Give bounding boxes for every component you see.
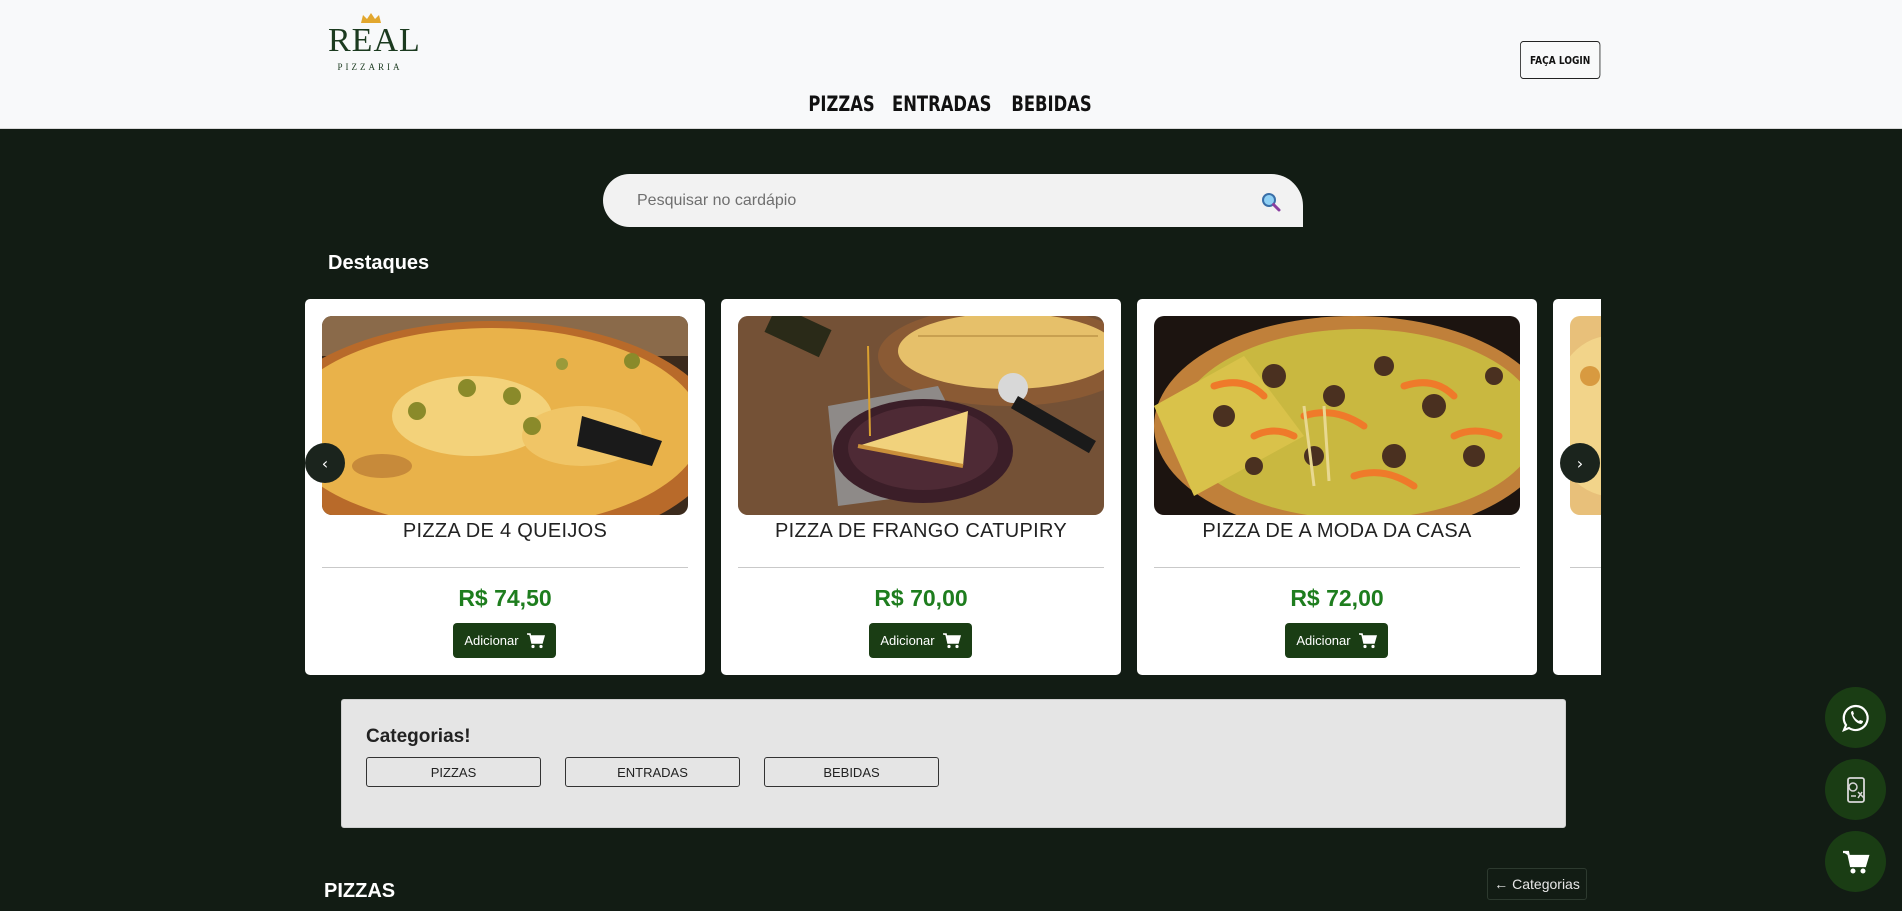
add-button-label: Adicionar — [464, 633, 519, 648]
product-name: PIZZA DE A MODA DA CASA — [1202, 520, 1472, 542]
add-button-label: Adicionar — [880, 633, 935, 648]
featured-title: Destaques — [328, 252, 430, 274]
product-card: PIZZA DE FRANGO CATUPIRY R$ 70,00 Adicio… — [721, 299, 1121, 675]
logo[interactable]: REAL PIZZARIA — [328, 12, 421, 72]
nav-bebidas[interactable]: BEBIDAS — [1011, 92, 1091, 116]
product-image — [1154, 316, 1520, 515]
main-nav: PIZZAS ENTRADAS BEBIDAS — [0, 92, 1902, 116]
product-name: PIZZA DE FRANGO CATUPIRY — [774, 520, 1068, 542]
whatsapp-icon — [1841, 704, 1869, 732]
featured-carousel: PIZZA DE 4 QUEIJOS R$ 74,50 Adicionar PI… — [305, 299, 1601, 675]
search-icon[interactable] — [1260, 191, 1282, 213]
nav-entradas[interactable]: ENTRADAS — [892, 92, 991, 116]
cart-icon — [526, 632, 545, 648]
cart-icon — [1358, 632, 1377, 648]
add-to-cart-button[interactable]: Adicionar — [1285, 623, 1388, 658]
product-card: PIZZA DE 4 QUEIJOS R$ 74,50 Adicionar — [305, 299, 705, 675]
site-header: REAL PIZZARIA FAÇA LOGIN PIZZAS ENTRADAS… — [0, 0, 1902, 129]
nav-pizzas[interactable]: PIZZAS — [809, 92, 875, 116]
product-price: R$ 70,00 — [874, 585, 968, 611]
categories-title: Categorias! — [366, 726, 471, 747]
category-pizzas-button[interactable]: PIZZAS — [366, 757, 541, 787]
add-to-cart-button[interactable]: Adicionar — [453, 623, 556, 658]
carousel-prev-button[interactable]: ‹ — [305, 443, 345, 483]
menu-receipt-button[interactable] — [1825, 759, 1886, 820]
cart-icon — [942, 632, 961, 648]
product-card: PIZZA DE A MODA DA CASA R$ 72,00 Adicion… — [1137, 299, 1537, 675]
whatsapp-button[interactable] — [1825, 687, 1886, 748]
divider — [1570, 567, 1601, 568]
divider — [738, 567, 1104, 568]
cart-icon — [1842, 850, 1869, 873]
arrow-left-icon: ← — [1494, 876, 1509, 892]
search-bar — [603, 174, 1303, 227]
back-to-categories-label: Categorias — [1512, 876, 1580, 892]
categories-panel: Categorias! PIZZAS ENTRADAS BEBIDAS — [341, 699, 1566, 828]
product-card — [1553, 299, 1601, 675]
pizzas-section-title: PIZZAS — [324, 880, 396, 902]
product-name: PIZZA DE 4 QUEIJOS — [402, 520, 608, 542]
product-price: R$ 74,50 — [458, 585, 552, 611]
login-button[interactable]: FAÇA LOGIN — [1520, 41, 1601, 79]
product-image — [322, 316, 688, 515]
category-bebidas-button[interactable]: BEBIDAS — [764, 757, 939, 787]
product-image — [738, 316, 1104, 515]
back-to-categories-button[interactable]: ← Categorias — [1487, 868, 1587, 900]
carousel-next-button[interactable]: › — [1560, 443, 1600, 483]
menu-receipt-icon — [1846, 776, 1865, 803]
divider — [322, 567, 688, 568]
search-input[interactable] — [637, 191, 1197, 210]
product-price: R$ 72,00 — [1290, 585, 1384, 611]
add-to-cart-button[interactable]: Adicionar — [869, 623, 972, 658]
add-button-label: Adicionar — [1296, 633, 1351, 648]
logo-title: REAL — [328, 22, 421, 59]
cart-button[interactable] — [1825, 831, 1886, 892]
logo-subtitle: PIZZARIA — [337, 62, 403, 72]
divider — [1154, 567, 1520, 568]
category-entradas-button[interactable]: ENTRADAS — [565, 757, 740, 787]
product-image — [1570, 316, 1601, 515]
